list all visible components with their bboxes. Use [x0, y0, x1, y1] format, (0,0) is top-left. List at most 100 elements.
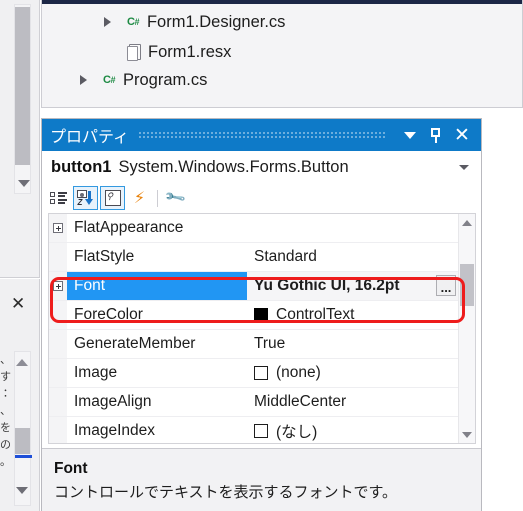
image-index-swatch-icon: [254, 424, 268, 438]
property-value-text: (なし): [276, 424, 318, 441]
chevron-up-icon: [462, 219, 472, 226]
property-name: ImageAlign: [74, 393, 152, 410]
property-value-text: ControlText: [276, 306, 355, 323]
expand-cell[interactable]: [49, 272, 67, 300]
chevron-down-icon[interactable]: [459, 165, 469, 170]
property-description-pane: Font コントロールでテキストを表示するフォントです。: [42, 448, 481, 511]
property-value-font[interactable]: Yu Gothic UI, 16.2pt ...: [247, 272, 458, 300]
property-value[interactable]: Standard: [247, 243, 458, 271]
table-row[interactable]: ImageAlign MiddleCenter: [49, 388, 458, 417]
events-button[interactable]: ⚡: [127, 186, 152, 210]
expand-cell[interactable]: [49, 214, 67, 242]
property-name-font: Font: [67, 272, 247, 300]
expand-cell: [49, 388, 67, 416]
object-selector-combobox[interactable]: button1 System.Windows.Forms.Button: [42, 151, 481, 184]
tree-item-label: Program.cs: [122, 70, 208, 89]
titlebar-drag-handle[interactable]: [139, 130, 387, 140]
chevron-down-icon: [404, 131, 416, 139]
scroll-thumb[interactable]: [460, 264, 474, 306]
pin-icon: [429, 127, 443, 143]
scroll-down-button[interactable]: [459, 426, 475, 443]
property-value[interactable]: True: [247, 330, 458, 358]
lightning-bolt-icon: ⚡: [133, 188, 146, 207]
window-menu-button[interactable]: [397, 123, 423, 147]
csharp-icon: C#: [103, 74, 115, 86]
property-name: GenerateMember: [74, 335, 196, 352]
document-icon: [127, 44, 141, 61]
properties-toolbar: Z ⚲ ⚡ 🔧: [42, 184, 481, 212]
tree-item-form1-designer[interactable]: C# Form1.Designer.cs: [42, 6, 522, 38]
expand-cell: [49, 417, 67, 443]
description-text: コントロールでテキストを表示するフォントです。: [54, 484, 398, 501]
property-value[interactable]: MiddleCenter: [247, 388, 458, 416]
toolbar-separator: [157, 189, 158, 207]
selected-object-type: System.Windows.Forms.Button: [118, 158, 349, 176]
properties-window: プロパティ ✕ button1 System.Windows.Forms.But…: [41, 118, 482, 511]
left-upper-scrollbar[interactable]: [14, 4, 31, 194]
description-title: Font: [54, 460, 88, 477]
table-row[interactable]: ForeColor ControlText: [49, 301, 458, 330]
property-page-icon: ⚲: [104, 190, 121, 206]
left-upper-scroll-down-arrow[interactable]: [18, 180, 30, 187]
color-swatch-icon: [254, 308, 268, 322]
property-pages-button[interactable]: 🔧: [163, 186, 188, 210]
expand-cell: [49, 359, 67, 387]
chevron-down-icon: [462, 431, 472, 438]
close-window-button[interactable]: ✕: [449, 123, 475, 147]
table-row[interactable]: GenerateMember True: [49, 330, 458, 359]
property-value[interactable]: ControlText: [247, 301, 458, 329]
property-name: Image: [74, 364, 118, 381]
tree-item-label: Form1.Designer.cs: [146, 12, 286, 31]
alphabetical-button[interactable]: Z: [73, 186, 98, 210]
left-lower-scroll-up-arrow[interactable]: [16, 359, 28, 366]
window-top-edge: [42, 0, 522, 4]
properties-titlebar: プロパティ ✕: [42, 119, 481, 151]
property-value-text: (none): [276, 364, 321, 381]
property-name: FlatAppearance: [74, 219, 184, 236]
property-value[interactable]: [247, 214, 458, 242]
chevron-right-icon[interactable]: [80, 75, 87, 85]
properties-window-title: プロパティ: [50, 129, 130, 146]
selected-object-name: button1: [51, 158, 112, 176]
image-swatch-icon: [254, 366, 268, 380]
property-grid-rows: FlatAppearance FlatStyle Standard Font Y…: [49, 214, 458, 443]
blue-underline-marker: [15, 455, 32, 458]
auto-hide-pin-button[interactable]: [423, 123, 449, 147]
left-upper-scroll-thumb[interactable]: [15, 7, 30, 165]
csharp-icon: C#: [127, 16, 139, 28]
font-ellipsis-button[interactable]: ...: [436, 275, 456, 296]
font-value-text: Yu Gothic UI, 16.2pt: [254, 277, 400, 294]
property-name: ForeColor: [74, 306, 143, 323]
property-grid: FlatAppearance FlatStyle Standard Font Y…: [48, 213, 476, 444]
expand-plus-icon[interactable]: [53, 223, 63, 233]
property-value[interactable]: (none): [247, 359, 458, 387]
table-row[interactable]: Image (none): [49, 359, 458, 388]
alphabetical-az-icon: Z: [76, 190, 95, 206]
expand-plus-icon[interactable]: [53, 281, 63, 291]
screenshot-root: ✕ 、す：、をの。 C# Form1.Designer.cs Form1.res…: [0, 0, 523, 511]
left-strip-text-fragments: 、す：、をの。: [0, 354, 11, 468]
property-name: FlatStyle: [74, 248, 135, 265]
tree-item-label: Form1.resx: [148, 42, 232, 61]
close-icon: ✕: [454, 124, 470, 146]
chevron-right-icon[interactable]: [104, 17, 111, 27]
expand-cell: [49, 330, 67, 358]
table-row[interactable]: FlatStyle Standard: [49, 243, 458, 272]
property-name: ImageIndex: [74, 422, 155, 439]
categorized-icon: [50, 191, 67, 205]
left-lower-scrollbar[interactable]: [14, 351, 31, 506]
property-value[interactable]: (なし): [247, 417, 458, 443]
properties-page-button[interactable]: ⚲: [100, 186, 125, 210]
scroll-up-button[interactable]: [459, 214, 475, 231]
left-lower-scroll-thumb[interactable]: [15, 428, 30, 454]
tree-item-program-cs[interactable]: C# Program.cs: [42, 64, 522, 96]
table-row[interactable]: FlatAppearance: [49, 214, 458, 243]
left-lower-scroll-down-arrow[interactable]: [16, 487, 28, 494]
categorized-button[interactable]: [46, 186, 71, 210]
property-grid-scrollbar[interactable]: [458, 214, 475, 443]
left-panel-upper: [0, 0, 40, 278]
close-icon[interactable]: ✕: [11, 295, 25, 312]
table-row-font-selected[interactable]: Font Yu Gothic UI, 16.2pt ...: [49, 272, 458, 301]
table-row[interactable]: ImageIndex (なし): [49, 417, 458, 443]
expand-cell: [49, 301, 67, 329]
